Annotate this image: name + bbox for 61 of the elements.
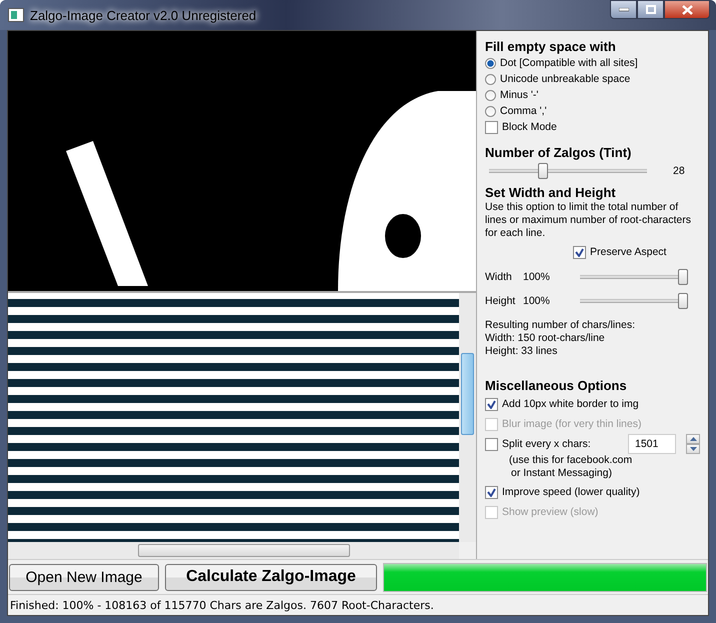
slider-thumb[interactable]	[538, 163, 548, 179]
down-arrow-icon	[690, 447, 696, 451]
radio-label: Unicode unbreakable space	[500, 73, 630, 85]
note-text: or Instant Messaging)	[511, 467, 613, 480]
app-icon	[8, 8, 24, 22]
minimize-icon	[618, 8, 628, 12]
checkbox[interactable]	[485, 120, 498, 134]
description-text: Use this option to limit the total number of lines or maximum number of root-characters for each line.	[485, 201, 692, 240]
horizontal-scrollbar[interactable]	[8, 542, 459, 559]
window-title: Zalgo-Image Creator v2.0 Unregistered	[30, 8, 258, 22]
spin-down-button[interactable]	[686, 444, 700, 454]
status-bar: Finished: 100% - 108163 of 115770 Chars are Zalgos. 7607 Root-Characters.	[8, 594, 708, 615]
section-heading: Set Width and Height	[485, 185, 617, 200]
vertical-scrollbar[interactable]	[459, 293, 476, 542]
section-heading: Fill empty space with	[485, 39, 617, 54]
slider-label: Width	[485, 271, 513, 283]
checkbox-label: Add 10px white border to img	[502, 398, 639, 410]
result-text: Resulting number of chars/lines:	[485, 319, 636, 332]
up-arrow-icon	[690, 437, 696, 441]
checkbox[interactable]	[485, 438, 498, 450]
result-text: Height: 33 lines	[485, 345, 558, 358]
checkbox[interactable]	[573, 246, 586, 258]
checkbox-label: Split every x chars:	[502, 438, 591, 450]
check-icon	[575, 248, 584, 256]
note-text: (use this for facebook.com	[509, 454, 634, 467]
action-button[interactable]: Open New Image	[9, 564, 159, 590]
radio-label: Minus '-'	[500, 89, 538, 101]
slider-label: Height	[485, 295, 516, 307]
scroll-thumb[interactable]	[461, 353, 474, 435]
slider-value: 28	[673, 165, 685, 177]
scroll-thumb[interactable]	[138, 544, 350, 557]
radio-button[interactable]	[485, 106, 496, 116]
action-button[interactable]: Calculate Zalgo-Image	[165, 564, 377, 590]
slider-value: 100%	[523, 271, 551, 283]
checkbox-label: Show preview (slow)	[502, 506, 598, 518]
spin-up-button[interactable]	[686, 434, 700, 444]
radio-button[interactable]	[485, 58, 496, 68]
radio-button[interactable]	[485, 74, 496, 84]
check-icon	[487, 400, 496, 408]
checkbox-label: Improve speed (lower quality)	[502, 486, 640, 498]
minimize-button[interactable]	[610, 0, 637, 19]
close-button[interactable]	[664, 0, 710, 19]
checkbox-label: Blur image (for very thin lines)	[502, 418, 642, 430]
number-field[interactable]: 1501	[628, 434, 676, 454]
maximize-icon	[646, 5, 656, 14]
slider-value: 100%	[523, 295, 551, 307]
radio-label: Dot [Compatible with all sites]	[500, 57, 638, 69]
checkbox-label: Preserve Aspect	[590, 246, 666, 258]
checkbox[interactable]	[485, 398, 498, 410]
close-icon	[682, 4, 692, 14]
checkbox[interactable]	[485, 486, 498, 498]
radio-button[interactable]	[485, 90, 496, 100]
result-text: Width: 150 root-chars/line	[485, 332, 606, 345]
slider-thumb[interactable]	[678, 269, 688, 285]
radio-label: Comma ','	[500, 105, 547, 117]
section-heading: Number of Zalgos (Tint)	[485, 145, 632, 160]
section-heading: Miscellaneous Options	[485, 378, 628, 393]
slider-thumb[interactable]	[678, 293, 688, 309]
check-icon	[487, 488, 496, 496]
maximize-button[interactable]	[637, 0, 664, 19]
checkbox-label: Block Mode	[502, 121, 557, 133]
